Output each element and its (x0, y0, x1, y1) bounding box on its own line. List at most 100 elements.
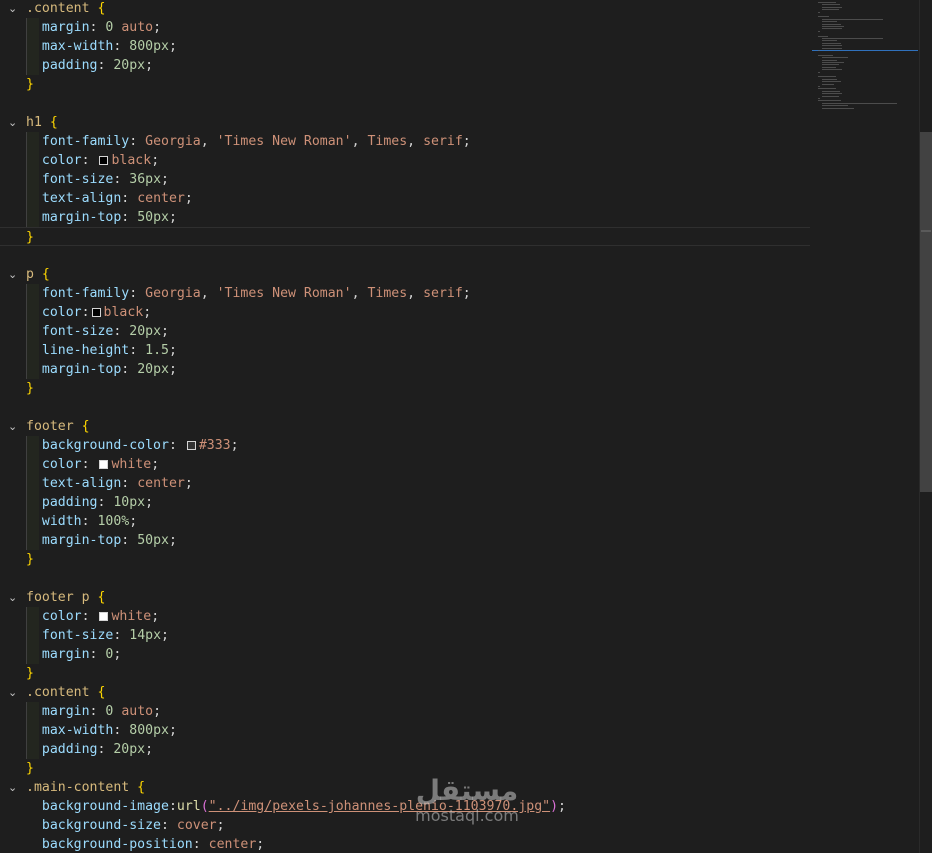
minimap-line (822, 9, 839, 11)
color-swatch[interactable] (99, 460, 109, 469)
colon: : (97, 495, 114, 510)
code-line[interactable]: max-width: 800px; (0, 37, 812, 56)
color-swatch[interactable] (91, 308, 101, 317)
indent-highlight (27, 284, 39, 379)
minimap-line (818, 76, 836, 78)
code-line[interactable]: padding: 20px; (0, 56, 812, 75)
code-line[interactable]: padding: 10px; (0, 493, 812, 512)
code-line[interactable]: color: white; (0, 607, 812, 626)
code-line[interactable] (0, 246, 812, 265)
colon: : (81, 457, 98, 472)
css-value-token: auto (113, 20, 154, 35)
indent-guide (26, 607, 27, 664)
color-swatch[interactable] (99, 612, 109, 621)
code-line[interactable]: margin: 0; (0, 645, 812, 664)
css-property: max-width (41, 39, 114, 54)
open-brace: { (49, 115, 58, 130)
semicolon: ; (151, 153, 160, 168)
code-line[interactable]: font-size: 14px; (0, 626, 812, 645)
code-line[interactable]: ⌄ .content { (0, 0, 812, 18)
code-line[interactable]: color: black; (0, 151, 812, 170)
code-line[interactable]: } (0, 379, 812, 398)
code-line-content: padding: 20px; (26, 740, 153, 759)
code-line[interactable]: line-height: 1.5; (0, 341, 812, 360)
code-line[interactable] (0, 94, 812, 113)
color-swatch[interactable] (186, 441, 196, 450)
code-line[interactable] (0, 569, 812, 588)
code-line[interactable]: } (0, 75, 812, 94)
code-line-content: margin: 0; (26, 645, 121, 664)
chevron-down-icon[interactable]: ⌄ (8, 0, 17, 18)
code-line[interactable]: text-align: center; (0, 474, 812, 493)
colon: : (89, 704, 106, 719)
code-line[interactable]: background-position: center; (0, 835, 812, 853)
code-line[interactable]: margin-top: 50px; (0, 531, 812, 550)
code-line-content: footer { (26, 417, 90, 436)
code-line[interactable]: max-width: 800px; (0, 721, 812, 740)
chevron-down-icon[interactable]: ⌄ (8, 778, 17, 797)
css-property: margin-top (41, 533, 122, 548)
code-line[interactable]: margin-top: 50px; (0, 208, 812, 227)
code-editor[interactable]: ⌄ .content { margin: 0 auto; max-width: 8… (0, 0, 812, 853)
code-line[interactable]: font-family: Georgia, 'Times New Roman',… (0, 284, 812, 303)
code-line[interactable]: color: black; (0, 303, 812, 322)
minimap-line (822, 83, 835, 85)
chevron-down-icon[interactable]: ⌄ (8, 588, 17, 607)
chevron-down-icon[interactable]: ⌄ (8, 265, 17, 284)
code-line[interactable]: ⌄ footer p { (0, 588, 812, 607)
code-line[interactable]: } (0, 227, 810, 246)
code-line[interactable]: margin-top: 20px; (0, 360, 812, 379)
code-line[interactable]: margin: 0 auto; (0, 18, 812, 37)
code-line[interactable]: margin: 0 auto; (0, 702, 812, 721)
minimap-line (822, 42, 841, 44)
code-line[interactable]: } (0, 664, 812, 683)
code-line[interactable]: font-family: Georgia, 'Times New Roman',… (0, 132, 812, 151)
css-property: margin-top (41, 210, 122, 225)
colon: : (129, 343, 146, 358)
css-selector: .content (26, 685, 90, 700)
code-line-content: color: black; (26, 151, 159, 170)
colon: : (97, 58, 114, 73)
minimap[interactable] (812, 0, 920, 853)
code-line-content: color: black; (26, 303, 151, 322)
code-line[interactable]: ⌄ .content { (0, 683, 812, 702)
css-value-token: , (200, 134, 217, 149)
code-line[interactable]: background-color: #333; (0, 436, 812, 455)
chevron-down-icon[interactable]: ⌄ (8, 683, 17, 702)
close-brace: } (26, 761, 34, 776)
semicolon: ; (168, 723, 177, 738)
color-swatch[interactable] (99, 156, 109, 165)
code-line[interactable]: text-align: center; (0, 189, 812, 208)
chevron-down-icon[interactable]: ⌄ (8, 417, 17, 436)
minimap-line (822, 57, 849, 59)
code-line[interactable]: font-size: 36px; (0, 170, 812, 189)
css-value-token: url (176, 799, 201, 814)
indent-guide (26, 702, 27, 759)
code-line[interactable]: } (0, 550, 812, 569)
code-line-content: background-size: cover; (26, 816, 225, 835)
close-brace: } (26, 552, 34, 567)
css-value-token: Times (367, 286, 408, 301)
scrollbar-thumb[interactable] (920, 132, 932, 492)
indent-highlight (27, 132, 39, 227)
code-line[interactable]: width: 100%; (0, 512, 812, 531)
indent-guide (26, 132, 27, 227)
css-value-token: 800px (129, 723, 169, 738)
css-value-token: 20px (137, 362, 169, 377)
code-line[interactable]: ⌄ h1 { (0, 113, 812, 132)
watermark-logo: مستقل (415, 774, 519, 807)
chevron-down-icon[interactable]: ⌄ (8, 113, 17, 132)
code-line[interactable]: padding: 20px; (0, 740, 812, 759)
code-line[interactable]: color: white; (0, 455, 812, 474)
code-line[interactable]: ⌄ p { (0, 265, 812, 284)
colon: : (192, 837, 209, 852)
colon: : (168, 438, 185, 453)
code-line[interactable]: ⌄ footer { (0, 417, 812, 436)
code-line[interactable] (0, 398, 812, 417)
css-value-token: , (200, 286, 217, 301)
colon: : (113, 39, 130, 54)
css-value-token: 36px (129, 172, 162, 187)
code-line[interactable]: font-size: 20px; (0, 322, 812, 341)
minimap-line (818, 98, 821, 99)
open-brace: { (97, 685, 106, 700)
